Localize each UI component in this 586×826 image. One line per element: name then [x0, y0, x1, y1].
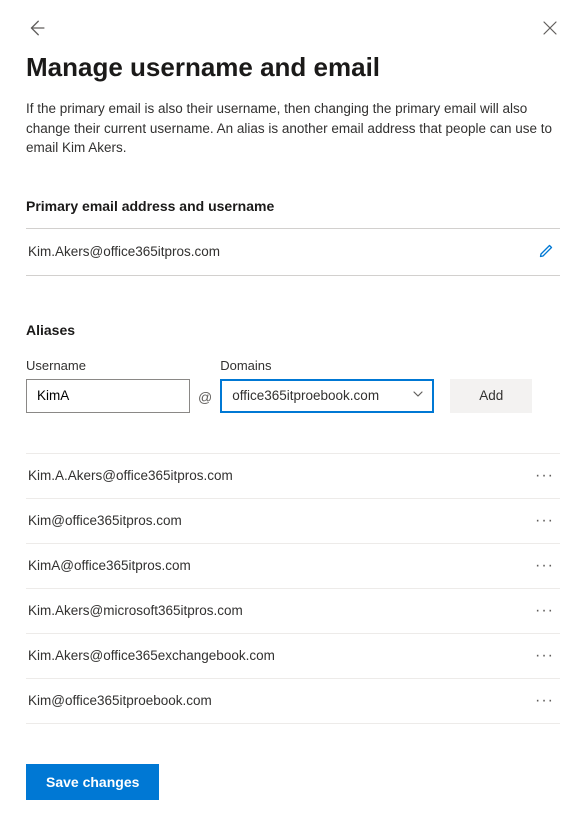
alias-row: Kim.Akers@microsoft365itpros.com ···	[26, 589, 560, 634]
close-button[interactable]	[540, 18, 560, 38]
primary-email-value: Kim.Akers@office365itpros.com	[28, 244, 220, 259]
aliases-section-label: Aliases	[26, 322, 560, 338]
alias-email: KimA@office365itpros.com	[28, 558, 191, 573]
primary-section-label: Primary email address and username	[26, 198, 560, 214]
alias-row: Kim@office365itproebook.com ···	[26, 679, 560, 724]
alias-more-button[interactable]: ···	[533, 692, 556, 710]
panel-top-bar	[26, 18, 560, 38]
alias-more-button[interactable]: ···	[533, 602, 556, 620]
add-button[interactable]: Add	[450, 379, 532, 413]
alias-email: Kim.Akers@microsoft365itpros.com	[28, 603, 243, 618]
alias-list: Kim.A.Akers@office365itpros.com ··· Kim@…	[26, 453, 560, 724]
close-icon	[543, 21, 557, 35]
pencil-icon	[538, 243, 554, 259]
chevron-down-icon	[412, 388, 424, 403]
alias-email: Kim@office365itpros.com	[28, 513, 182, 528]
alias-row: Kim.Akers@office365exchangebook.com ···	[26, 634, 560, 679]
alias-input-row: Username @ Domains office365itproebook.c…	[26, 358, 560, 413]
page-description: If the primary email is also their usern…	[26, 99, 560, 158]
domains-label: Domains	[220, 358, 434, 373]
primary-email-row: Kim.Akers@office365itpros.com	[26, 228, 560, 276]
alias-more-button[interactable]: ···	[533, 557, 556, 575]
alias-more-button[interactable]: ···	[533, 512, 556, 530]
alias-email: Kim.A.Akers@office365itpros.com	[28, 468, 233, 483]
save-changes-button[interactable]: Save changes	[26, 764, 159, 800]
domain-selected-value: office365itproebook.com	[232, 388, 379, 403]
at-symbol: @	[198, 389, 212, 413]
alias-email: Kim.Akers@office365exchangebook.com	[28, 648, 275, 663]
username-label: Username	[26, 358, 190, 373]
alias-row: Kim@office365itpros.com ···	[26, 499, 560, 544]
domains-select[interactable]: office365itproebook.com	[220, 379, 434, 413]
alias-more-button[interactable]: ···	[533, 467, 556, 485]
alias-email: Kim@office365itproebook.com	[28, 693, 212, 708]
alias-row: KimA@office365itpros.com ···	[26, 544, 560, 589]
arrow-left-icon	[27, 19, 45, 37]
edit-primary-button[interactable]	[538, 243, 556, 261]
alias-row: Kim.A.Akers@office365itpros.com ···	[26, 454, 560, 499]
back-button[interactable]	[26, 18, 46, 38]
alias-more-button[interactable]: ···	[533, 647, 556, 665]
page-title: Manage username and email	[26, 52, 560, 83]
username-input[interactable]	[26, 379, 190, 413]
